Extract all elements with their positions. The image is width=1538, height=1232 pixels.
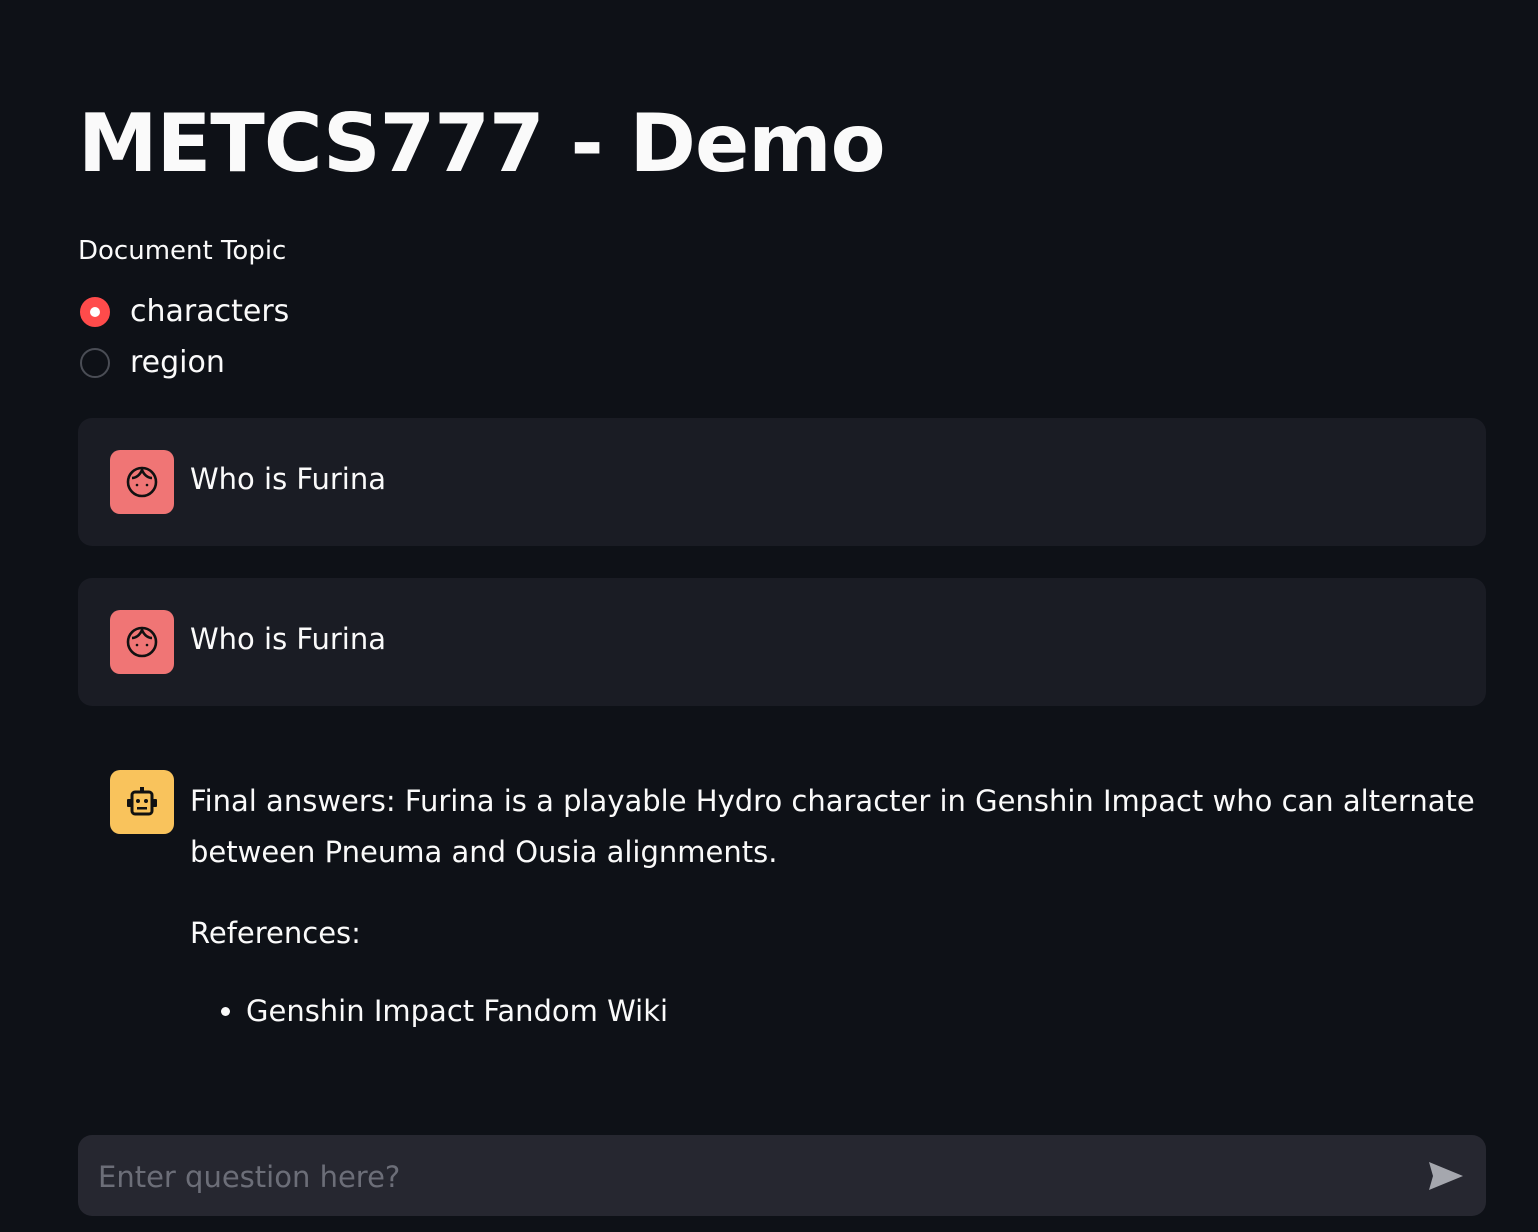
send-button[interactable] bbox=[1426, 1157, 1466, 1195]
chat-message-user: Who is Furina bbox=[78, 578, 1486, 706]
topic-radio-label: Document Topic bbox=[78, 236, 287, 266]
assistant-response: Final answers: Furina is a playable Hydr… bbox=[190, 776, 1480, 1031]
radio-option-characters[interactable]: characters bbox=[80, 294, 289, 329]
chat-message-text: Who is Furina bbox=[190, 622, 387, 656]
radio-unselected-icon[interactable] bbox=[80, 347, 110, 378]
radio-option-region[interactable]: region bbox=[80, 345, 225, 380]
radio-option-label: characters bbox=[130, 294, 290, 329]
app-page: METCS777 - Demo Document Topic character… bbox=[0, 0, 1538, 1232]
chat-message-user: Who is Furina bbox=[78, 418, 1486, 546]
reference-item: Genshin Impact Fandom Wiki bbox=[246, 991, 1480, 1031]
send-icon bbox=[1429, 1162, 1463, 1190]
robot-icon bbox=[110, 770, 174, 834]
page-title: METCS777 - Demo bbox=[78, 97, 886, 190]
chat-message-text: Who is Furina bbox=[190, 462, 387, 496]
references-list: Genshin Impact Fandom Wiki bbox=[190, 991, 1480, 1031]
radio-option-label: region bbox=[130, 345, 225, 380]
user-face-icon bbox=[110, 450, 174, 514]
chat-message-assistant: Final answers: Furina is a playable Hydr… bbox=[78, 738, 1486, 1058]
chat-input-bar bbox=[78, 1135, 1486, 1218]
question-input[interactable] bbox=[96, 1135, 1400, 1218]
references-heading: References: bbox=[190, 916, 361, 950]
assistant-answer-text: Final answers: Furina is a playable Hydr… bbox=[190, 784, 1475, 869]
radio-selected-icon[interactable] bbox=[80, 296, 110, 327]
user-face-icon bbox=[110, 610, 174, 674]
